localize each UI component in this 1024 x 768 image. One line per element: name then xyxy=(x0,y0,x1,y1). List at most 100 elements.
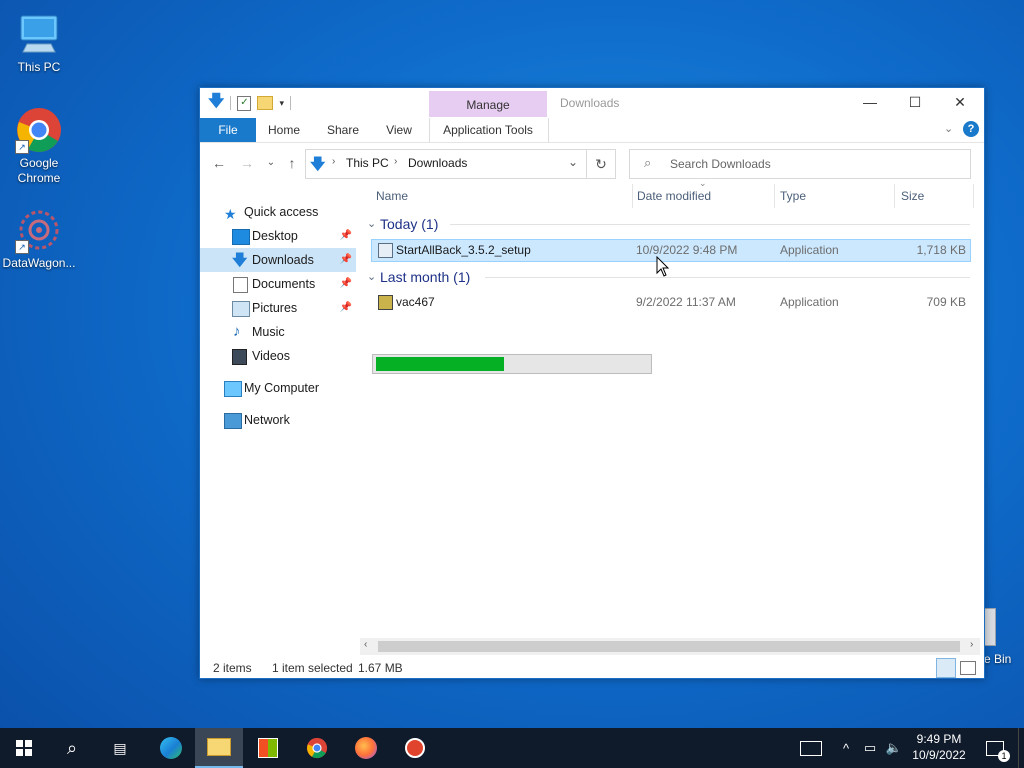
navigation-pane: ★ Quick access Desktop 📌 🡇 Downloads 📌 D… xyxy=(200,192,356,632)
task-view-icon: ▤ xyxy=(113,739,127,756)
group-label: Today (1) xyxy=(380,216,439,232)
file-name: vac467 xyxy=(396,295,435,309)
forward-button[interactable]: → xyxy=(238,154,256,172)
desktop-icon-datawagon[interactable]: ↗ DataWagon... xyxy=(1,206,77,271)
downloads-arrow-icon: 🡇 xyxy=(208,92,225,110)
music-icon: ♪ xyxy=(233,323,241,340)
computer-icon xyxy=(224,381,242,397)
news-widget-button[interactable] xyxy=(796,728,826,768)
close-button[interactable]: ✕ xyxy=(937,88,983,116)
tab-view[interactable]: View xyxy=(380,118,418,142)
customize-qat-icon[interactable]: ▾ xyxy=(279,98,284,109)
taskbar-app-red[interactable] xyxy=(391,728,439,768)
nav-pictures[interactable]: Pictures 📌 xyxy=(200,296,356,320)
folder-icon xyxy=(207,738,231,756)
up-button[interactable]: ↑ xyxy=(283,154,301,172)
taskbar-chrome[interactable] xyxy=(293,728,341,768)
show-hidden-icons-button[interactable]: ^ xyxy=(838,728,854,768)
minimize-button[interactable]: — xyxy=(847,88,893,116)
expand-ribbon-icon[interactable]: ⌄ xyxy=(944,122,953,135)
address-dropdown-icon[interactable]: ⌄ xyxy=(568,155,578,169)
file-date: 9/2/2022 11:37 AM xyxy=(636,295,736,309)
column-header-type[interactable]: Type xyxy=(780,184,806,208)
breadcrumb-this-pc[interactable]: This PC xyxy=(346,156,389,170)
tab-file[interactable]: File xyxy=(200,118,256,142)
nav-label: Quick access xyxy=(244,205,319,219)
pin-icon[interactable]: 📌 xyxy=(340,224,352,248)
tab-home[interactable]: Home xyxy=(264,118,304,142)
address-bar[interactable]: 🡇 › This PC › Downloads ⌄ xyxy=(305,149,587,179)
breadcrumb-separator-icon: › xyxy=(394,156,398,167)
search-button[interactable]: ⌕ xyxy=(48,728,96,768)
pin-icon[interactable]: 📌 xyxy=(340,248,352,272)
large-icons-view-icon[interactable] xyxy=(960,661,976,675)
taskbar-store[interactable] xyxy=(244,728,292,768)
taskbar-file-explorer[interactable] xyxy=(195,728,243,768)
tab-share[interactable]: Share xyxy=(322,118,364,142)
nav-network[interactable]: Network xyxy=(200,408,356,432)
horizontal-scrollbar[interactable]: ‹ › xyxy=(360,638,980,655)
column-header-size[interactable]: Size xyxy=(901,184,924,208)
desktop-icon-label: Google Chrome xyxy=(17,156,61,185)
desktop-icon-label: e Bin xyxy=(984,652,1012,666)
group-label: Last month (1) xyxy=(380,269,471,285)
nav-documents[interactable]: Documents 📌 xyxy=(200,272,356,296)
status-bar: 2 items 1 item selected 1.67 MB xyxy=(200,658,984,678)
scroll-right-icon[interactable]: › xyxy=(970,639,973,650)
taskbar-firefox[interactable] xyxy=(342,728,390,768)
file-row-vac467[interactable]: vac467 9/2/2022 11:37 AM Application 709… xyxy=(372,292,970,313)
nav-quick-access[interactable]: ★ Quick access xyxy=(200,200,356,224)
application-file-icon xyxy=(378,295,393,310)
nav-downloads[interactable]: 🡇 Downloads 📌 xyxy=(200,248,356,272)
recent-locations-button[interactable]: ⌄ xyxy=(262,154,280,172)
progress-fill xyxy=(376,357,504,371)
pictures-icon xyxy=(232,301,250,317)
refresh-button[interactable]: ↻ xyxy=(587,149,616,179)
group-header-today[interactable]: ⌄ Today (1) xyxy=(365,214,970,234)
breadcrumb-downloads[interactable]: Downloads xyxy=(408,156,467,170)
file-size: 1,718 KB xyxy=(916,243,966,257)
volume-tray-button[interactable]: 🔈 xyxy=(884,728,904,768)
start-button[interactable] xyxy=(0,728,48,768)
network-tray-button[interactable]: ▭ xyxy=(860,728,880,768)
help-icon[interactable]: ? xyxy=(963,121,979,137)
notification-center-button[interactable]: 1 xyxy=(980,728,1010,768)
file-type: Application xyxy=(780,295,839,309)
datawagon-icon: ↗ xyxy=(15,206,63,254)
nav-music[interactable]: ♪ Music xyxy=(200,320,356,344)
clock-time: 9:49 PM xyxy=(916,732,962,746)
desktop-icon-this-pc[interactable]: This PC xyxy=(1,10,77,75)
desktop-icon-chrome[interactable]: ↗ Google Chrome xyxy=(1,106,77,186)
clock[interactable]: 9:49 PM 10/9/2022 xyxy=(904,731,974,763)
nav-desktop[interactable]: Desktop 📌 xyxy=(200,224,356,248)
file-row-startallback[interactable]: StartAllBack_3.5.2_setup 10/9/2022 9:48 … xyxy=(371,239,971,262)
nav-label: Pictures xyxy=(252,301,298,315)
context-tab-manage[interactable]: Manage xyxy=(429,91,547,117)
network-icon: ▭ xyxy=(863,740,877,755)
back-button[interactable]: ← xyxy=(210,154,228,172)
address-row: ← → ⌄ ↑ 🡇 › This PC › Downloads ⌄ ↻ ⌕ Se… xyxy=(200,146,984,180)
tab-application-tools[interactable]: Application Tools xyxy=(432,118,544,142)
desktop-icon-label: This PC xyxy=(17,60,61,74)
pin-icon[interactable]: 📌 xyxy=(340,296,352,320)
column-header-name[interactable]: Name xyxy=(376,184,408,208)
mouse-cursor-icon xyxy=(656,256,670,277)
task-view-button[interactable]: ▤ xyxy=(96,728,144,768)
scroll-left-icon[interactable]: ‹ xyxy=(364,639,367,650)
search-input[interactable]: ⌕ Search Downloads xyxy=(629,149,971,179)
taskbar-edge[interactable] xyxy=(147,728,195,768)
file-name: StartAllBack_3.5.2_setup xyxy=(396,243,531,257)
scrollbar-thumb[interactable] xyxy=(378,641,960,652)
divider xyxy=(230,96,232,110)
details-view-icon[interactable] xyxy=(936,658,956,678)
divider xyxy=(485,277,970,278)
downloads-arrow-icon: 🡇 xyxy=(310,156,326,173)
nav-videos[interactable]: Videos xyxy=(200,344,356,368)
search-placeholder: Search Downloads xyxy=(670,157,771,171)
new-folder-icon[interactable] xyxy=(257,96,274,110)
properties-icon[interactable]: ✓ xyxy=(237,95,252,111)
maximize-button[interactable]: ☐ xyxy=(892,88,938,116)
show-desktop-button[interactable] xyxy=(1018,728,1024,768)
nav-my-computer[interactable]: My Computer xyxy=(200,376,356,400)
pin-icon[interactable]: 📌 xyxy=(340,272,352,296)
